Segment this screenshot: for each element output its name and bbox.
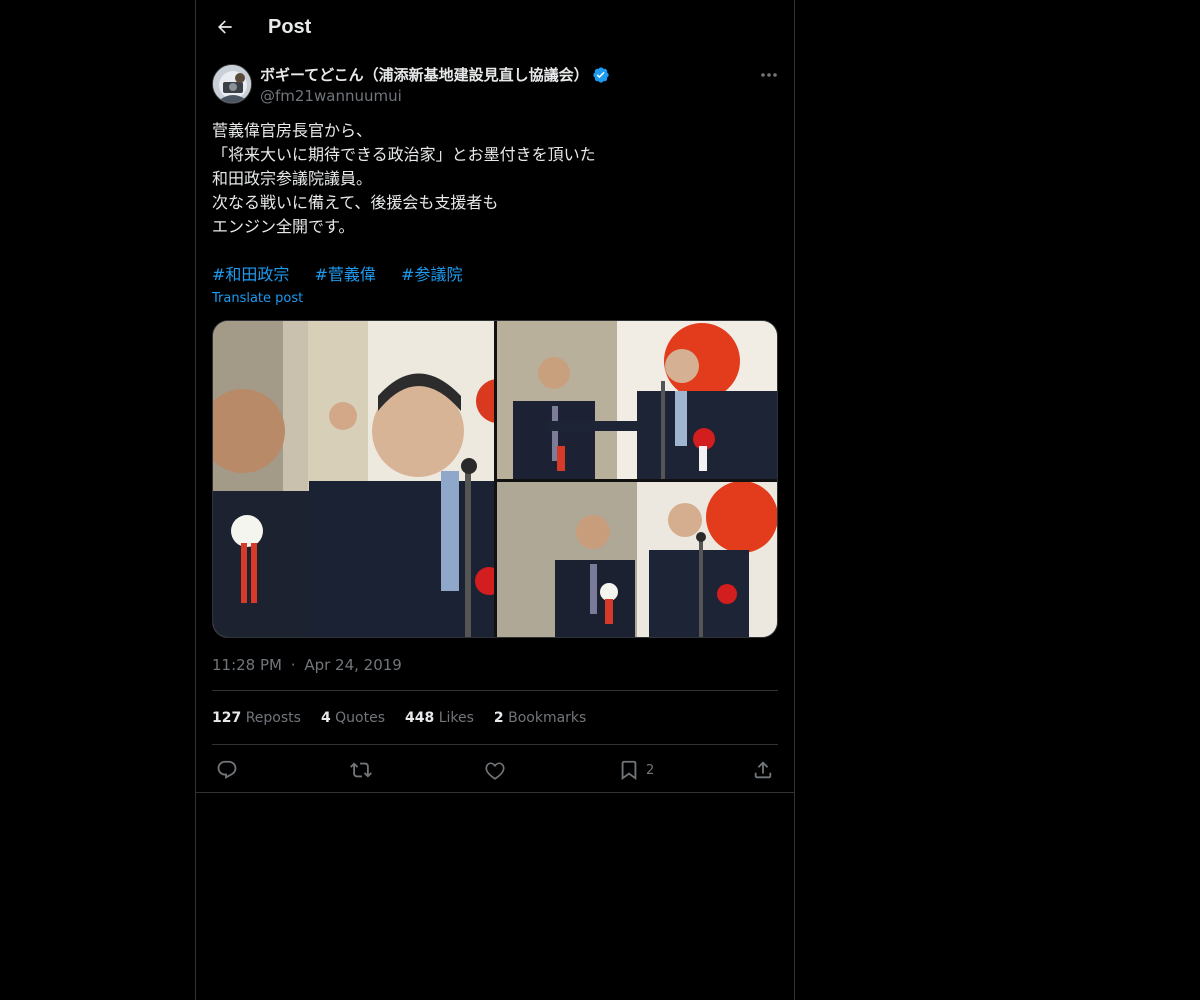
bookmarks-stat[interactable]: 2 Bookmarks xyxy=(494,708,586,728)
post-timestamp: 11:28 PM · Apr 24, 2019 xyxy=(212,655,402,675)
post-text-line: エンジン全開です。 xyxy=(212,217,355,236)
reply-icon xyxy=(217,760,237,779)
post-text-line: 次なる戦いに備えて、後援会も支援者も xyxy=(212,193,499,212)
repost-icon xyxy=(350,762,372,778)
post-detail-column: Post ボギーてどこん（浦添新基地建設見直し協議会） @fm21wannuum… xyxy=(195,0,795,1000)
quotes-label: Quotes xyxy=(335,710,385,726)
page-title: Post xyxy=(268,16,312,38)
post-date[interactable]: Apr 24, 2019 xyxy=(304,656,402,674)
action-bar: 2 xyxy=(212,755,778,785)
likes-label: Likes xyxy=(438,710,474,726)
quotes-stat[interactable]: 4 Quotes xyxy=(321,708,385,728)
engagement-stats: 127 Reposts 4 Quotes 448 Likes 2 Bookmar… xyxy=(212,708,586,728)
divider xyxy=(196,792,794,793)
repost-button[interactable] xyxy=(350,755,372,785)
heart-icon xyxy=(485,762,505,780)
hashtag-row: #和田政宗 #菅義偉 #参議院 xyxy=(212,263,482,287)
timestamp-separator: · xyxy=(290,656,296,674)
bookmarks-label: Bookmarks xyxy=(508,710,587,726)
post-text-line: 菅義偉官房長官から、 xyxy=(212,121,373,140)
reposts-label: Reposts xyxy=(245,710,301,726)
bookmark-icon xyxy=(621,760,637,781)
bookmark-button[interactable]: 2 xyxy=(618,755,654,785)
media-grid[interactable] xyxy=(212,320,778,638)
author-handle[interactable]: @fm21wannuumui xyxy=(260,86,402,106)
share-button[interactable] xyxy=(752,755,774,785)
post-text: 菅義偉官房長官から、 「将来大いに期待できる政治家」とお墨付きを頂いた 和田政宗… xyxy=(212,119,778,239)
back-button[interactable] xyxy=(210,12,240,42)
post-header: Post xyxy=(196,0,794,54)
post-photo[interactable] xyxy=(497,482,777,637)
more-dots-icon xyxy=(761,73,777,77)
likes-stat[interactable]: 448 Likes xyxy=(405,708,474,728)
author-display-name[interactable]: ボギーてどこん（浦添新基地建設見直し協議会） xyxy=(260,64,589,86)
reposts-stat[interactable]: 127 Reposts xyxy=(212,708,301,728)
verified-badge-icon xyxy=(593,67,609,83)
hashtag-link[interactable]: #和田政宗 xyxy=(212,265,289,284)
post-text-line: 和田政宗参議院議員。 xyxy=(212,169,373,188)
reposts-count: 127 xyxy=(212,710,242,726)
hashtag-link[interactable]: #菅義偉 xyxy=(315,265,376,284)
bookmarks-count: 2 xyxy=(493,710,504,726)
more-options-button[interactable] xyxy=(756,64,782,86)
hashtag-link[interactable]: #参議院 xyxy=(401,265,462,284)
arrow-left-icon xyxy=(218,20,232,34)
reply-button[interactable] xyxy=(216,755,238,785)
bookmark-count: 2 xyxy=(646,762,655,778)
post-time[interactable]: 11:28 PM xyxy=(212,656,282,674)
divider xyxy=(212,690,778,691)
post-photo[interactable] xyxy=(497,321,777,479)
post-text-line: 「将来大いに期待できる政治家」とお墨付きを頂いた xyxy=(212,145,596,164)
quotes-count: 4 xyxy=(320,710,331,726)
post-photo[interactable] xyxy=(213,321,494,637)
share-icon xyxy=(754,761,772,779)
likes-count: 448 xyxy=(405,710,435,726)
avatar[interactable] xyxy=(212,64,252,104)
like-button[interactable] xyxy=(484,755,506,785)
divider xyxy=(212,744,778,745)
translate-post-link[interactable]: Translate post xyxy=(212,290,303,308)
